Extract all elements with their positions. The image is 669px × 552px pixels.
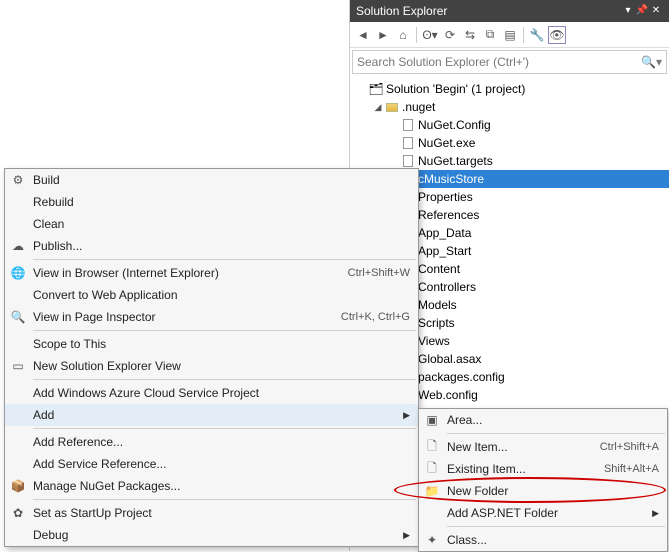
- menu-debug[interactable]: Debug▶: [5, 524, 418, 546]
- menu-add[interactable]: Add▶: [5, 404, 418, 426]
- preview-icon[interactable]: 👁: [548, 26, 566, 44]
- properties-icon[interactable]: 🔧: [528, 26, 546, 44]
- add-submenu: ▣Area... 🗋New Item...Ctrl+Shift+A 🗋Exist…: [418, 408, 668, 552]
- nuget-icon: 📦: [5, 479, 31, 493]
- new-view-icon: ▭: [5, 359, 31, 373]
- submenu-new-folder[interactable]: 📁New Folder: [419, 480, 667, 502]
- menu-separator: [447, 526, 665, 527]
- tree-item[interactable]: NuGet.exe: [350, 134, 669, 152]
- publish-icon: ☁: [5, 239, 31, 253]
- file-icon: [403, 137, 413, 149]
- submenu-asp-folder[interactable]: Add ASP.NET Folder▶: [419, 502, 667, 524]
- menu-page-inspector[interactable]: 🔍View in Page InspectorCtrl+K, Ctrl+G: [5, 306, 418, 328]
- submenu-arrow-icon: ▶: [400, 530, 410, 541]
- menu-manage-nuget[interactable]: 📦Manage NuGet Packages...: [5, 475, 418, 497]
- submenu-arrow-icon: ▶: [400, 410, 410, 421]
- search-placeholder: Search Solution Explorer (Ctrl+'): [357, 55, 641, 69]
- menu-separator: [33, 379, 416, 380]
- separator: [523, 27, 524, 43]
- menu-separator: [447, 433, 665, 434]
- menu-startup[interactable]: ✿Set as StartUp Project: [5, 502, 418, 524]
- menu-convert-web[interactable]: Convert to Web Application: [5, 284, 418, 306]
- menu-separator: [33, 259, 416, 260]
- menu-build[interactable]: ⚙Build: [5, 169, 418, 191]
- forward-icon[interactable]: ►: [374, 26, 392, 44]
- pin-icon[interactable]: 📌: [635, 0, 649, 22]
- menu-publish[interactable]: ☁Publish...: [5, 235, 418, 257]
- menu-clean[interactable]: Clean: [5, 213, 418, 235]
- panel-title: Solution Explorer: [356, 0, 621, 22]
- panel-titlebar: Solution Explorer ▾ 📌 ✕: [350, 0, 669, 22]
- sync-icon[interactable]: ⇆: [461, 26, 479, 44]
- new-folder-icon: 📁: [419, 484, 445, 498]
- scope-dropdown-icon[interactable]: ʘ▾: [421, 26, 439, 44]
- file-icon: [403, 155, 413, 167]
- tree-item[interactable]: NuGet.Config: [350, 116, 669, 134]
- home-icon[interactable]: ⌂: [394, 26, 412, 44]
- file-icon: [403, 119, 413, 131]
- back-icon[interactable]: ◄: [354, 26, 372, 44]
- inspector-icon: 🔍: [5, 310, 31, 324]
- dropdown-icon[interactable]: ▾: [621, 0, 635, 22]
- menu-scope[interactable]: Scope to This: [5, 333, 418, 355]
- menu-view-browser[interactable]: 🌐View in Browser (Internet Explorer)Ctrl…: [5, 262, 418, 284]
- search-input[interactable]: Search Solution Explorer (Ctrl+') 🔍▾: [352, 50, 667, 74]
- separator: [416, 27, 417, 43]
- menu-add-service-reference[interactable]: Add Service Reference...: [5, 453, 418, 475]
- submenu-existing-item[interactable]: 🗋Existing Item...Shift+Alt+A: [419, 458, 667, 480]
- folder-icon: [386, 103, 398, 112]
- existing-item-icon: 🗋: [419, 459, 445, 480]
- submenu-arrow-icon: ▶: [649, 508, 659, 519]
- menu-add-reference[interactable]: Add Reference...: [5, 431, 418, 453]
- browser-icon: 🌐: [5, 266, 31, 280]
- collapse-icon[interactable]: ⧉: [481, 26, 499, 44]
- class-icon: ✦: [419, 533, 445, 547]
- submenu-area[interactable]: ▣Area...: [419, 409, 667, 431]
- build-icon: ⚙: [5, 173, 31, 187]
- nuget-folder[interactable]: ◢.nuget: [350, 98, 669, 116]
- area-icon: ▣: [419, 413, 445, 427]
- context-menu: ⚙Build Rebuild Clean ☁Publish... 🌐View i…: [4, 168, 419, 547]
- new-item-icon: 🗋: [419, 437, 445, 458]
- submenu-class[interactable]: ✦Class...: [419, 529, 667, 551]
- menu-separator: [33, 428, 416, 429]
- menu-separator: [33, 330, 416, 331]
- menu-separator: [33, 499, 416, 500]
- submenu-new-item[interactable]: 🗋New Item...Ctrl+Shift+A: [419, 436, 667, 458]
- search-icon: 🔍▾: [641, 55, 662, 69]
- menu-rebuild[interactable]: Rebuild: [5, 191, 418, 213]
- toolbar: ◄ ► ⌂ ʘ▾ ⟳ ⇆ ⧉ ▤ 🔧 👁: [350, 22, 669, 48]
- solution-node[interactable]: 🗂Solution 'Begin' (1 project): [350, 80, 669, 98]
- menu-new-view[interactable]: ▭New Solution Explorer View: [5, 355, 418, 377]
- show-all-icon[interactable]: ▤: [501, 26, 519, 44]
- refresh-icon[interactable]: ⟳: [441, 26, 459, 44]
- startup-icon: ✿: [5, 506, 31, 520]
- menu-azure[interactable]: Add Windows Azure Cloud Service Project: [5, 382, 418, 404]
- close-icon[interactable]: ✕: [649, 0, 663, 22]
